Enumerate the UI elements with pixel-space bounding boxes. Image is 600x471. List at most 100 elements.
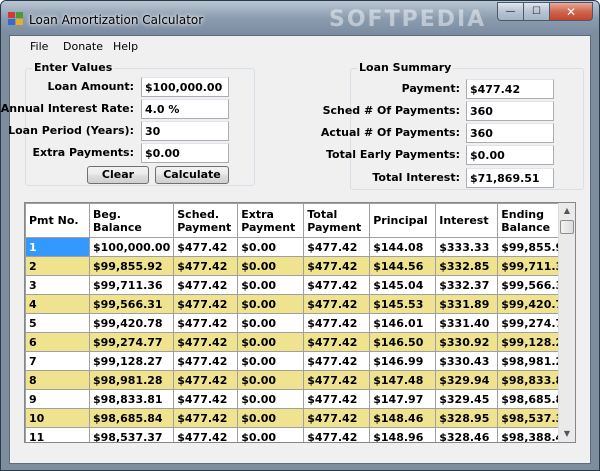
table-cell[interactable]: $332.85 bbox=[435, 256, 499, 276]
table-cell[interactable]: $0.00 bbox=[237, 408, 305, 428]
table-cell[interactable]: $148.46 bbox=[369, 408, 437, 428]
minimize-button[interactable]: — bbox=[497, 2, 523, 21]
table-cell[interactable]: $477.42 bbox=[173, 389, 239, 409]
table-cell[interactable]: $477.42 bbox=[173, 427, 239, 442]
table-cell[interactable]: $333.33 bbox=[435, 237, 499, 257]
table-cell[interactable]: $477.42 bbox=[173, 256, 239, 276]
table-row[interactable]: 9 $98,833.81 $477.42 $0.00 $477.42 $147.97 $32… bbox=[25, 389, 575, 409]
table-cell[interactable]: $331.40 bbox=[435, 313, 499, 333]
scroll-thumb[interactable] bbox=[560, 220, 574, 234]
table-cell[interactable]: $477.42 bbox=[173, 313, 239, 333]
table-cell[interactable]: $99,566.31 bbox=[88, 294, 175, 314]
table-cell[interactable]: $0.00 bbox=[237, 370, 305, 390]
amortization-grid[interactable]: Pmt No. Beg. Balance Sched. Payment Extr… bbox=[24, 202, 576, 443]
table-cell[interactable]: $477.42 bbox=[173, 370, 239, 390]
table-row[interactable]: 10 $98,685.84 $477.42 $0.00 $477.42 $148.46 $3… bbox=[25, 408, 575, 428]
table-cell[interactable]: $144.08 bbox=[369, 237, 437, 257]
table-cell[interactable]: $0.00 bbox=[237, 256, 305, 276]
table-cell[interactable]: $477.42 bbox=[303, 275, 371, 295]
payment-number-cell[interactable]: 5 bbox=[25, 313, 90, 333]
table-cell[interactable]: $0.00 bbox=[237, 313, 305, 333]
scroll-down-icon[interactable]: ▼ bbox=[559, 426, 575, 442]
table-cell[interactable]: $477.42 bbox=[173, 275, 239, 295]
table-cell[interactable]: $0.00 bbox=[237, 427, 305, 442]
table-row[interactable]: 7 $99,128.27 $477.42 $0.00 $477.42 $146.99 $33… bbox=[25, 351, 575, 371]
table-cell[interactable]: $0.00 bbox=[237, 294, 305, 314]
table-cell[interactable]: $477.42 bbox=[303, 389, 371, 409]
table-cell[interactable]: $147.97 bbox=[369, 389, 437, 409]
table-cell[interactable]: $0.00 bbox=[237, 389, 305, 409]
table-cell[interactable]: $98,981.28 bbox=[88, 370, 175, 390]
table-cell[interactable]: $477.42 bbox=[173, 332, 239, 352]
payment-number-cell[interactable]: 3 bbox=[25, 275, 90, 295]
table-cell[interactable]: $477.42 bbox=[303, 370, 371, 390]
table-row[interactable]: 6 $99,274.77 $477.42 $0.00 $477.42 $146.50 $33… bbox=[25, 332, 575, 352]
column-header[interactable]: Extra Payment bbox=[237, 203, 305, 238]
table-cell[interactable]: $477.42 bbox=[173, 408, 239, 428]
table-cell[interactable]: $477.42 bbox=[303, 332, 371, 352]
table-cell[interactable]: $477.42 bbox=[303, 313, 371, 333]
table-row[interactable]: 1 $100,000.00 $477.42 $0.00 $477.42 $144.08 $3… bbox=[25, 237, 575, 257]
payment-number-cell[interactable]: 7 bbox=[25, 351, 90, 371]
table-cell[interactable]: $148.96 bbox=[369, 427, 437, 442]
table-cell[interactable]: $145.53 bbox=[369, 294, 437, 314]
menu-donate[interactable]: Donate bbox=[63, 40, 103, 53]
table-cell[interactable]: $329.45 bbox=[435, 389, 499, 409]
table-cell[interactable]: $147.48 bbox=[369, 370, 437, 390]
title-bar[interactable]: Loan Amortization Calculator SOFTPEDIA —… bbox=[1, 1, 599, 35]
table-cell[interactable]: $0.00 bbox=[237, 351, 305, 371]
menu-help[interactable]: Help bbox=[113, 40, 138, 53]
table-cell[interactable]: $98,685.84 bbox=[88, 408, 175, 428]
table-cell[interactable]: $98,537.37 bbox=[88, 427, 175, 442]
table-cell[interactable]: $99,128.27 bbox=[88, 351, 175, 371]
table-cell[interactable]: $99,855.92 bbox=[88, 256, 175, 276]
table-cell[interactable]: $0.00 bbox=[237, 275, 305, 295]
payment-number-cell[interactable]: 4 bbox=[25, 294, 90, 314]
table-cell[interactable]: $99,420.78 bbox=[88, 313, 175, 333]
table-row[interactable]: 2 $99,855.92 $477.42 $0.00 $477.42 $144.56 $33… bbox=[25, 256, 575, 276]
extra-payments-input[interactable]: $0.00 bbox=[141, 143, 229, 163]
table-cell[interactable]: $477.42 bbox=[173, 294, 239, 314]
maximize-button[interactable]: ☐ bbox=[523, 2, 549, 21]
payment-number-cell[interactable]: 1 bbox=[25, 237, 90, 257]
table-cell[interactable]: $477.42 bbox=[303, 351, 371, 371]
table-cell[interactable]: $330.92 bbox=[435, 332, 499, 352]
table-cell[interactable]: $477.42 bbox=[173, 351, 239, 371]
payment-number-cell[interactable]: 11 bbox=[25, 427, 90, 442]
table-row[interactable]: 11 $98,537.37 $477.42 $0.00 $477.42 $148.96 $3… bbox=[25, 427, 575, 442]
payment-number-cell[interactable]: 2 bbox=[25, 256, 90, 276]
column-header[interactable]: Beg. Balance bbox=[88, 203, 175, 238]
column-header[interactable]: Total Payment bbox=[303, 203, 371, 238]
table-cell[interactable]: $477.42 bbox=[303, 256, 371, 276]
payment-number-cell[interactable]: 10 bbox=[25, 408, 90, 428]
table-cell[interactable]: $477.42 bbox=[173, 237, 239, 257]
table-cell[interactable]: $331.89 bbox=[435, 294, 499, 314]
table-cell[interactable]: $98,833.81 bbox=[88, 389, 175, 409]
scroll-up-icon[interactable]: ▲ bbox=[559, 203, 575, 219]
close-button[interactable]: ✕ bbox=[549, 2, 593, 21]
column-header[interactable]: Principal bbox=[369, 203, 437, 238]
clear-button[interactable]: Clear bbox=[87, 166, 149, 184]
table-cell[interactable]: $99,274.77 bbox=[88, 332, 175, 352]
column-header[interactable]: Pmt No. bbox=[25, 203, 90, 238]
table-cell[interactable]: $146.99 bbox=[369, 351, 437, 371]
column-header[interactable]: Interest bbox=[435, 203, 499, 238]
calculate-button[interactable]: Calculate bbox=[155, 166, 229, 184]
interest-rate-input[interactable]: 4.0 % bbox=[141, 99, 229, 119]
vertical-scrollbar[interactable]: ▲ ▼ bbox=[558, 203, 575, 442]
column-header[interactable]: Sched. Payment bbox=[173, 203, 239, 238]
table-cell[interactable]: $477.42 bbox=[303, 427, 371, 442]
table-cell[interactable]: $477.42 bbox=[303, 408, 371, 428]
table-cell[interactable]: $0.00 bbox=[237, 237, 305, 257]
table-cell[interactable]: $145.04 bbox=[369, 275, 437, 295]
table-row[interactable]: 3 $99,711.36 $477.42 $0.00 $477.42 $145.04 $33… bbox=[25, 275, 575, 295]
table-cell[interactable]: $477.42 bbox=[303, 294, 371, 314]
loan-amount-input[interactable]: $100,000.00 bbox=[141, 77, 229, 97]
table-cell[interactable]: $477.42 bbox=[303, 237, 371, 257]
table-cell[interactable]: $144.56 bbox=[369, 256, 437, 276]
table-row[interactable]: 8 $98,981.28 $477.42 $0.00 $477.42 $147.48 $32… bbox=[25, 370, 575, 390]
table-cell[interactable]: $328.95 bbox=[435, 408, 499, 428]
table-cell[interactable]: $328.46 bbox=[435, 427, 499, 442]
loan-period-input[interactable]: 30 bbox=[141, 121, 229, 141]
table-cell[interactable]: $330.43 bbox=[435, 351, 499, 371]
